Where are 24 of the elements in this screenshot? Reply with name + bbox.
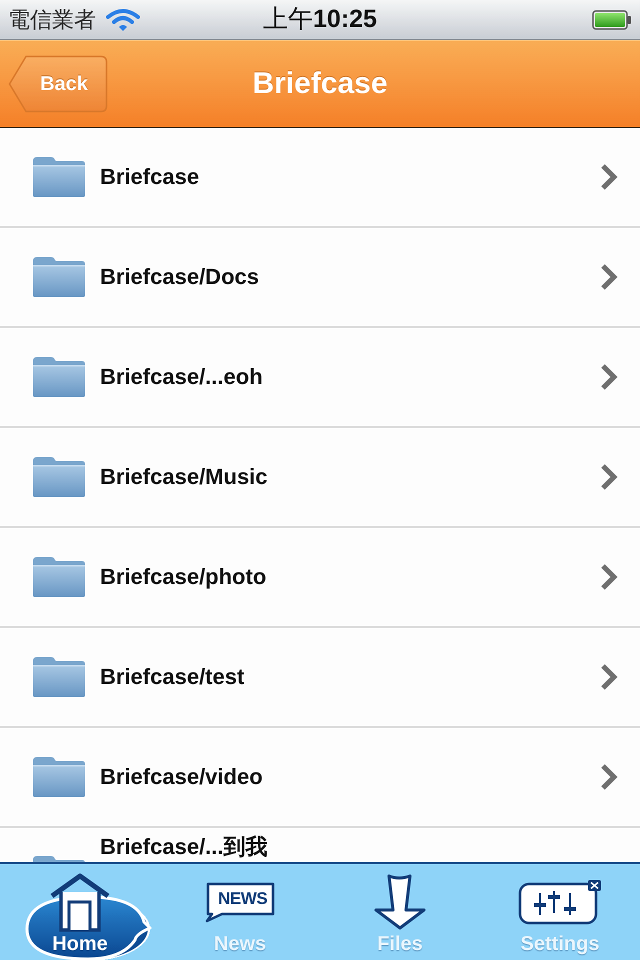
clock-time: 上午10:25 bbox=[263, 7, 377, 32]
folder-icon bbox=[32, 356, 86, 398]
wifi-icon bbox=[106, 8, 140, 32]
battery-icon bbox=[592, 10, 632, 30]
folder-icon bbox=[32, 855, 86, 862]
folder-icon bbox=[32, 156, 86, 198]
folder-icon bbox=[32, 656, 86, 698]
speech-bubble-icon bbox=[204, 881, 276, 923]
tab[interactable]: NEWS News bbox=[160, 864, 320, 960]
screen-title: Briefcase bbox=[252, 68, 388, 98]
chevron-right-icon bbox=[600, 663, 618, 691]
logo-text: NEWS bbox=[218, 890, 268, 907]
folder-icon bbox=[32, 256, 86, 298]
folder-icon bbox=[32, 756, 86, 798]
chevron-right-icon bbox=[600, 263, 618, 291]
folder-icon bbox=[32, 556, 86, 598]
chevron-right-icon bbox=[600, 763, 618, 791]
chevron-right-icon bbox=[600, 163, 618, 191]
chevron-right-icon bbox=[600, 563, 618, 591]
chevron-right-icon bbox=[600, 363, 618, 391]
carrier-name: 電信業者 bbox=[8, 8, 96, 30]
chevron-right-icon bbox=[600, 463, 618, 491]
folder-icon bbox=[32, 456, 86, 498]
arrow-down-icon bbox=[373, 874, 427, 930]
